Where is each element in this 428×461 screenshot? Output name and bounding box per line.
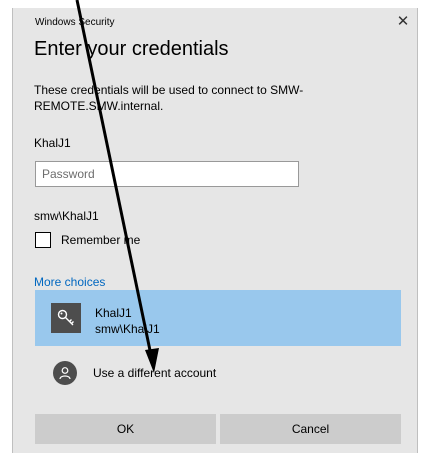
person-icon [53,361,77,385]
ok-button[interactable]: OK [35,414,216,444]
cancel-button[interactable]: Cancel [220,414,401,444]
password-field[interactable] [35,161,299,187]
use-different-account-option[interactable]: Use a different account [35,358,401,388]
key-icon [51,303,81,333]
remember-me-checkbox[interactable] [35,232,51,248]
account-domain-user: smw\KhalJ1 [95,322,160,336]
remember-me-label[interactable]: Remember me [61,233,140,247]
title-bar: Windows Security ✕ [13,8,417,36]
account-option-selected[interactable]: KhalJ1 smw\KhalJ1 [35,290,401,346]
credentials-dialog: Windows Security ✕ Enter your credential… [12,8,418,453]
close-icon[interactable]: ✕ [392,11,414,33]
username-label: KhalJ1 [34,136,71,150]
window-title: Windows Security [35,17,115,28]
dialog-description: These credentials will be used to connec… [34,83,304,113]
dialog-heading: Enter your credentials [34,38,229,60]
domain-user-label: smw\KhalJ1 [34,209,99,223]
remember-me-option[interactable]: Remember me [35,230,140,250]
account-name: KhalJ1 [95,306,132,320]
more-choices-link[interactable]: More choices [34,275,105,289]
use-different-account-label: Use a different account [93,366,217,380]
